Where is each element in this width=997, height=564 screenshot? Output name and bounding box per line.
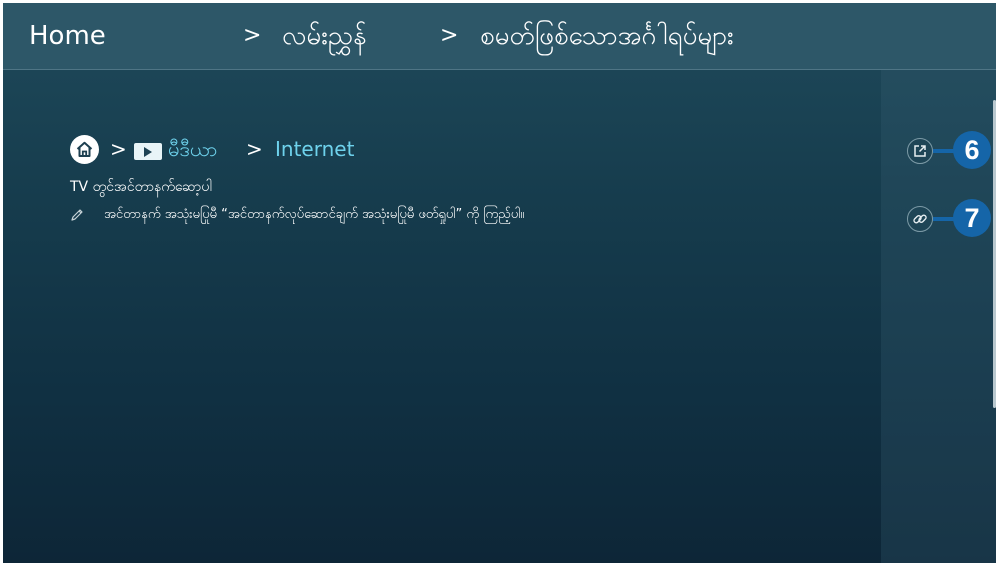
breadcrumb-smart-features[interactable]: စမတ်ဖြစ်သောအင်္ဂါရပ်များ [480,19,734,53]
media-icon [134,143,162,160]
path-separator-icon: > [246,137,263,161]
breadcrumb-home[interactable]: Home [29,19,106,53]
scrollbar[interactable] [993,100,996,408]
breadcrumb-header: Home > လမ်းညွှန် > စမတ်ဖြစ်သောအင်္ဂါရပ်မ… [3,3,996,70]
link-action[interactable]: 7 [907,199,991,239]
tv-screen: Home > လမ်းညွှန် > စမတ်ဖြစ်သောအင်္ဂါရပ်မ… [3,3,996,563]
breadcrumb-separator-icon: > [440,23,459,48]
section-title: TV တွင်အင်တာနက်ဆော့ပါ [70,179,212,195]
path-internet: Internet [275,137,355,161]
open-external-action[interactable]: 6 [907,131,991,171]
breadcrumb-separator-icon: > [243,23,262,48]
path-separator-icon: > [110,137,127,161]
callout-number-badge: 7 [953,199,991,237]
pencil-icon [71,209,83,221]
callout-number-badge: 6 [953,131,991,169]
note-text: အင်တာနက် အသုံးမပြုမီ “အင်တာနက်လုပ်ဆောင်ခ… [104,207,525,222]
home-icon [70,135,99,164]
link-icon[interactable] [907,206,933,232]
breadcrumb-guide[interactable]: လမ်းညွှန် [282,19,366,53]
path-media: မီဒီယာ [168,137,218,161]
open-external-icon[interactable] [907,138,933,164]
